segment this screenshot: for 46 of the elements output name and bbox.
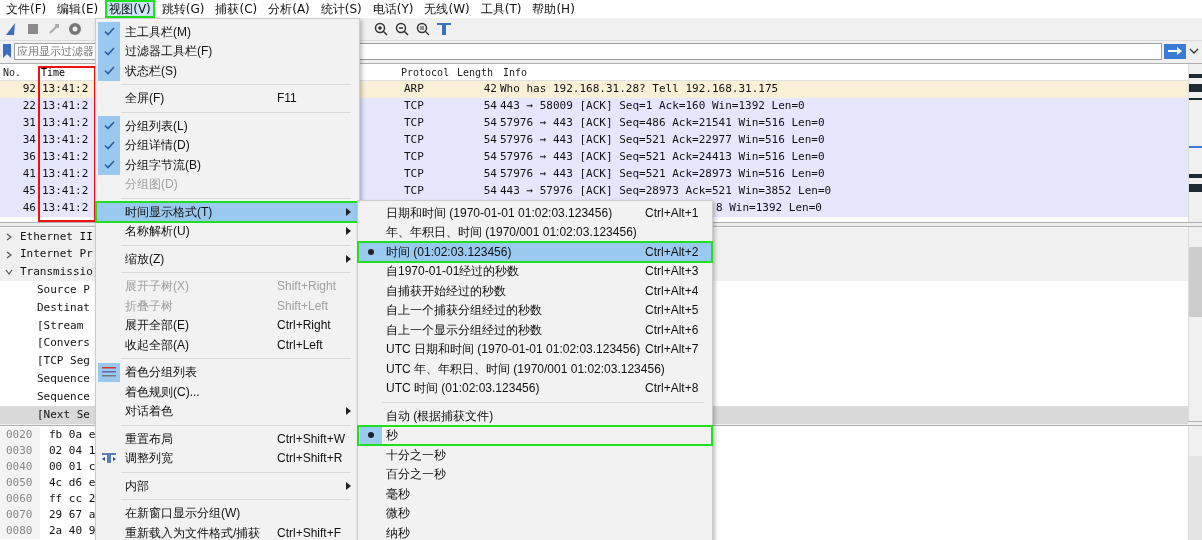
table-cell-text: 54 xyxy=(482,115,498,132)
table-cell: Who has 192.168.31.28? Tell 192.168.31.175 xyxy=(500,81,779,98)
table-cell: 57976 → 443 [ACK] Seq=486 Ack=21541 Win=516 Len=0 xyxy=(500,115,825,132)
table-cell-text: 31 xyxy=(21,115,37,132)
table-cell-text: 54 xyxy=(482,132,498,149)
table-cell-text: 22 xyxy=(21,98,37,115)
table-cell-text: 13:41:2 xyxy=(41,98,90,115)
table-cell-text: 13:41:2 xyxy=(41,115,90,132)
hex-bytes: 4c d6 e xyxy=(48,474,96,491)
table-cell-text: 13:41:2 xyxy=(41,132,90,149)
table-cell-text: 34 xyxy=(21,132,37,149)
table-cell: 57976 → 443 [ACK] Seq=521 Ack=22977 Win=516 Len=0 xyxy=(500,132,825,149)
table-cell: 57976 → 443 [ACK] Seq=521 Ack=24413 Win=516 Len=0 xyxy=(500,149,825,166)
table-cell-text: TCP xyxy=(403,166,425,183)
table-cell-text: 13:41:2 xyxy=(41,183,90,200)
table-cell: 57976 → 443 [ACK] Seq=521 Ack=28973 Win=516 Len=0 xyxy=(500,166,825,183)
table-cell-text: TCP xyxy=(403,132,425,149)
table-cell: 443 → 57976 [ACK] Seq=28973 Ack=521 Win=3852 Len=0 xyxy=(500,183,832,200)
table-cell-text: TCP xyxy=(403,149,425,166)
table-cell-text: 45 xyxy=(21,183,37,200)
table-cell-text: 13:41:2 xyxy=(41,200,90,217)
table-cell-text: ARP xyxy=(403,81,425,98)
hex-bytes: ff cc 2 xyxy=(48,490,96,507)
hex-bytes: 02 04 1 xyxy=(48,442,96,459)
table-cell-text: TCP xyxy=(403,183,425,200)
hex-bytes: 29 67 a xyxy=(48,506,96,523)
table-cell-text: 92 xyxy=(21,81,37,98)
hex-bytes: fb 0a e xyxy=(48,426,96,443)
table-cell-text: 13:41:2 xyxy=(41,149,90,166)
table-cell-text: 54 xyxy=(482,166,498,183)
table-cell-text: 54 xyxy=(482,183,498,200)
table-cell-text: TCP xyxy=(403,98,425,115)
hex-offset: 0020 xyxy=(0,426,40,444)
table-cell-text: 36 xyxy=(21,149,37,166)
table-cell-text: 54 xyxy=(482,149,498,166)
hex-bytes: 00 01 c xyxy=(48,458,96,475)
table-cell-text: 42 xyxy=(482,81,498,98)
table-cell-text: 13:41:2 xyxy=(41,166,90,183)
table-cell-text: 46 xyxy=(21,200,37,217)
table-cell-text: 41 xyxy=(21,166,37,183)
table-cell: 8 Win=1392 Len=0 xyxy=(716,200,822,217)
hex-bytes: 2a 40 9 xyxy=(48,522,96,539)
table-cell-text: 54 xyxy=(482,98,498,115)
table-cell: 443 → 58009 [ACK] Seq=1 Ack=160 Win=1392 Len=0 xyxy=(500,98,805,115)
table-cell-text: TCP xyxy=(403,115,425,132)
table-cell-text: 13:41:2 xyxy=(41,81,90,98)
